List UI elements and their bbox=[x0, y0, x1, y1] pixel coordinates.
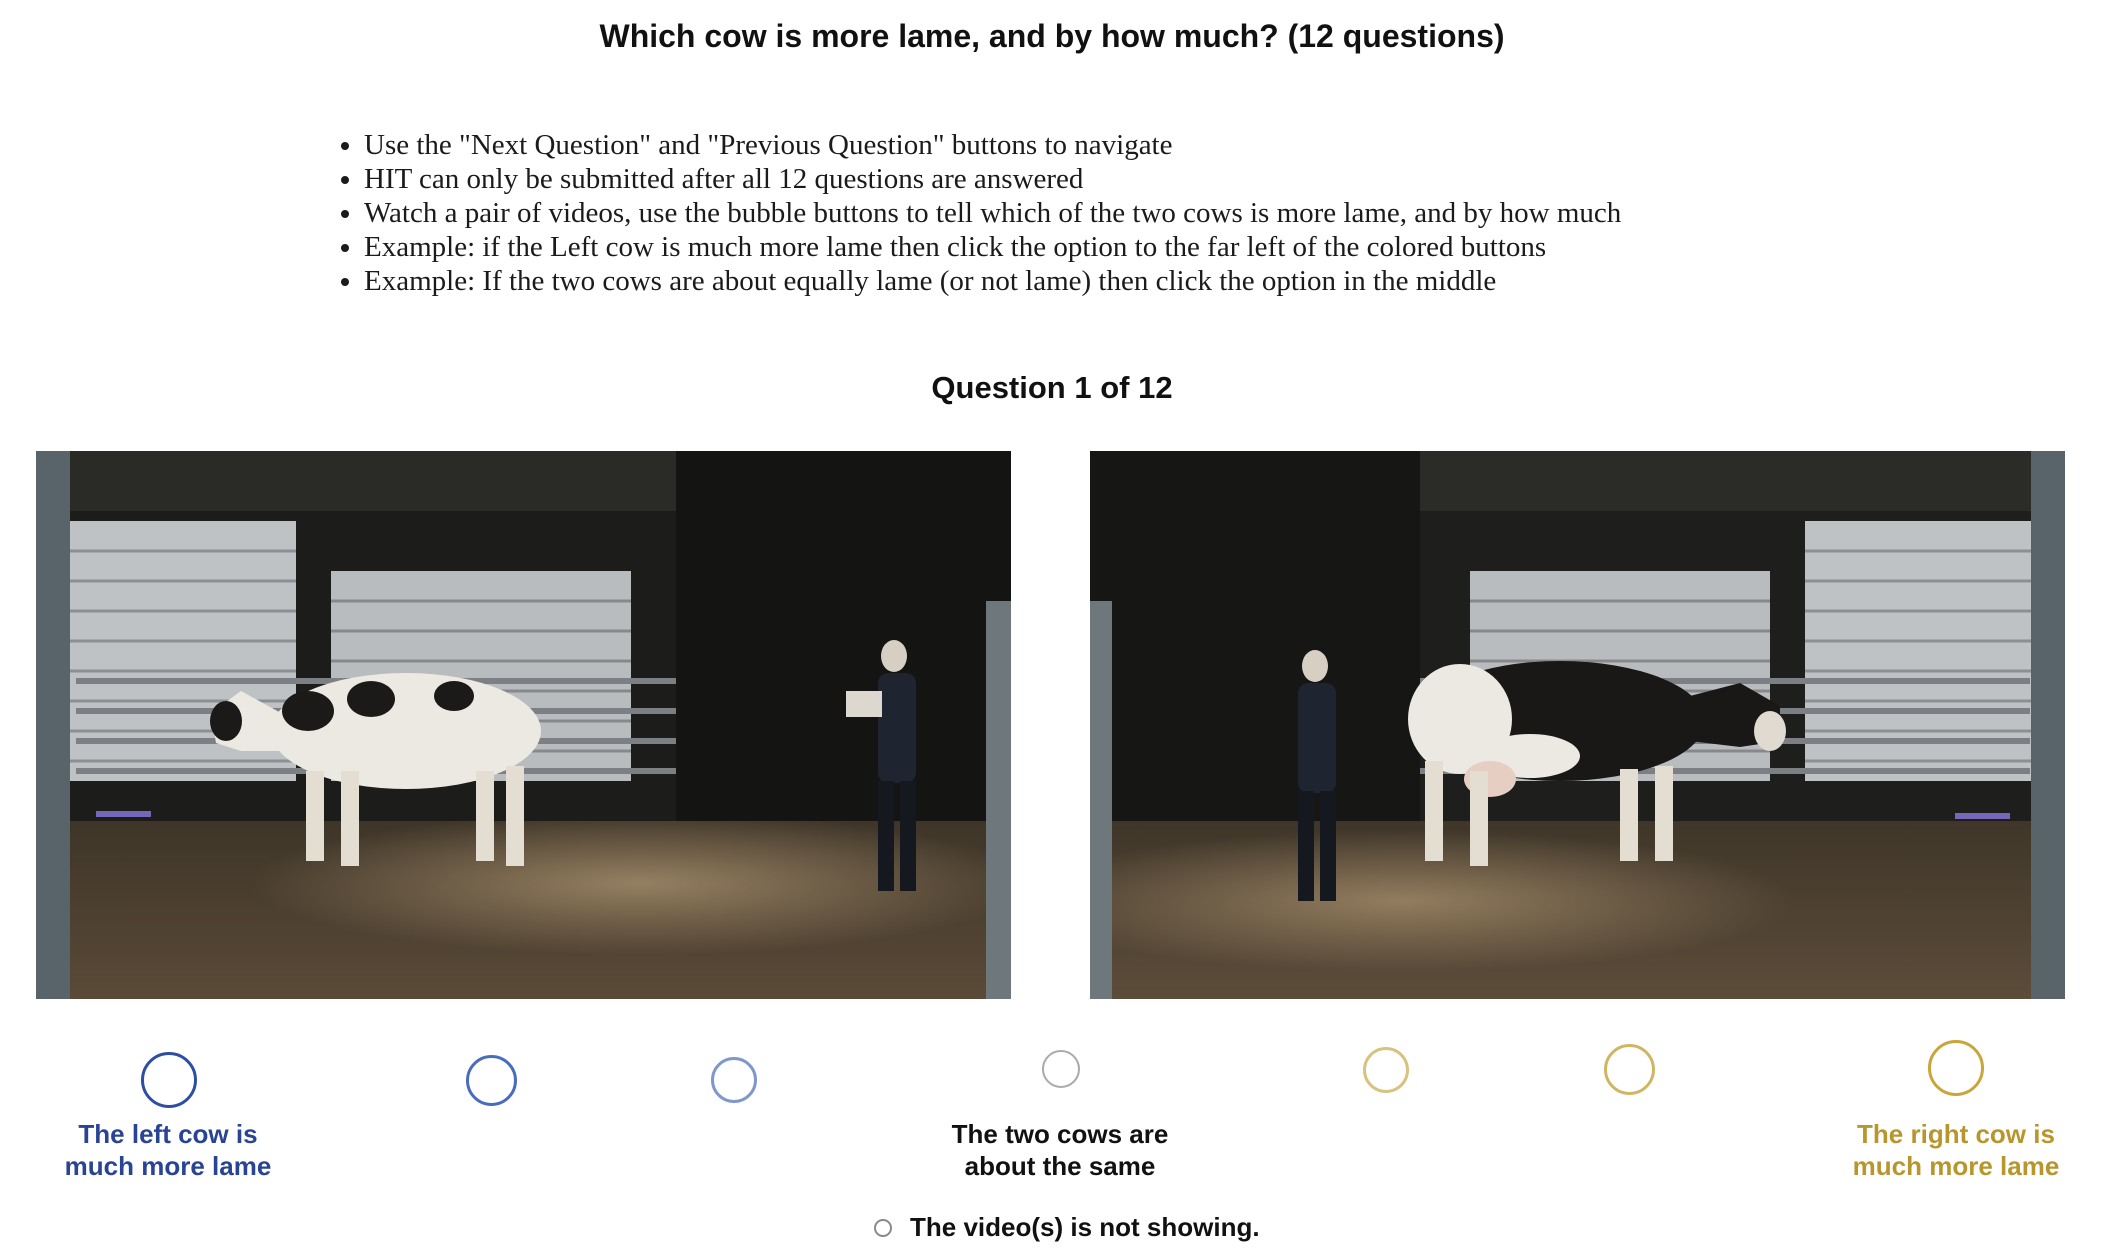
rating-right-more-lame[interactable] bbox=[1604, 1044, 1655, 1095]
page-title: Which cow is more lame, and by how much?… bbox=[599, 18, 1505, 54]
rating-about-the-same[interactable] bbox=[1042, 1050, 1080, 1088]
instruction-item: Example: if the Left cow is much more la… bbox=[364, 230, 1621, 264]
middle-scale-label-line: about the same bbox=[964, 1151, 1156, 1181]
rating-left-slightly-more-lame[interactable] bbox=[711, 1057, 757, 1103]
video-not-showing-option[interactable]: The video(s) is not showing. bbox=[874, 1212, 1260, 1243]
instructions-list: Use the "Next Question" and "Previous Qu… bbox=[330, 128, 1621, 298]
rating-right-much-more-lame[interactable] bbox=[1928, 1040, 1984, 1096]
video-not-showing-label: The video(s) is not showing. bbox=[910, 1212, 1260, 1242]
instruction-item: Use the "Next Question" and "Previous Qu… bbox=[364, 128, 1621, 162]
rating-left-more-lame[interactable] bbox=[466, 1055, 517, 1106]
left-scale-label: The left cow is much more lame bbox=[20, 1118, 316, 1182]
rating-right-slightly-more-lame[interactable] bbox=[1363, 1047, 1409, 1093]
instruction-item: Example: If the two cows are about equal… bbox=[364, 264, 1621, 298]
instruction-item: Watch a pair of videos, use the bubble b… bbox=[364, 196, 1621, 230]
question-heading: Question 1 of 12 bbox=[931, 370, 1173, 405]
right-scale-label: The right cow is much more lame bbox=[1808, 1118, 2104, 1182]
right-scale-label-line: The right cow is bbox=[1857, 1119, 2055, 1149]
instruction-item: HIT can only be submitted after all 12 q… bbox=[364, 162, 1621, 196]
left-scale-label-line: much more lame bbox=[64, 1151, 272, 1181]
right-video[interactable] bbox=[1090, 451, 2065, 999]
right-scale-label-line: much more lame bbox=[1852, 1151, 2060, 1181]
video-not-showing-radio[interactable] bbox=[874, 1218, 892, 1237]
left-video[interactable] bbox=[36, 451, 1011, 999]
middle-scale-label-line: The two cows are bbox=[951, 1119, 1169, 1149]
rating-left-much-more-lame[interactable] bbox=[141, 1052, 197, 1108]
middle-scale-label: The two cows are about the same bbox=[910, 1118, 1210, 1182]
left-scale-label-line: The left cow is bbox=[78, 1119, 258, 1149]
